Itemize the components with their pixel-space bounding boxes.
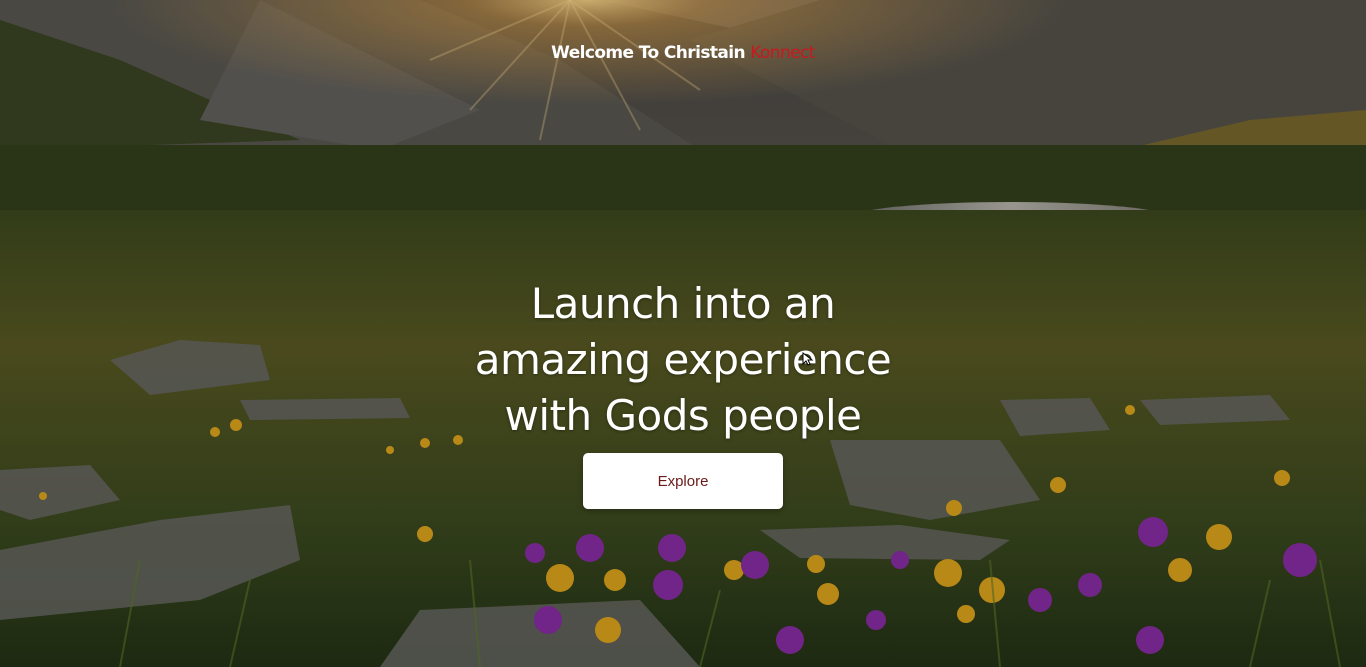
hero-section: Welcome To Christain Konnect Launch into… [0,0,1366,667]
headline-line-1: Launch into an [530,279,836,328]
headline-line-2: amazing experience [474,335,892,384]
explore-button[interactable]: Explore [583,453,783,509]
site-welcome-title: Welcome To Christain Konnect [0,43,1366,63]
headline-line-3: with Gods people [504,391,862,440]
mouse-cursor-icon [802,352,814,366]
hero-headline: Launch into an amazing experience with G… [383,276,983,444]
brand-accent-text: Konnect [750,43,815,63]
welcome-text: Welcome To Christain [551,43,751,63]
